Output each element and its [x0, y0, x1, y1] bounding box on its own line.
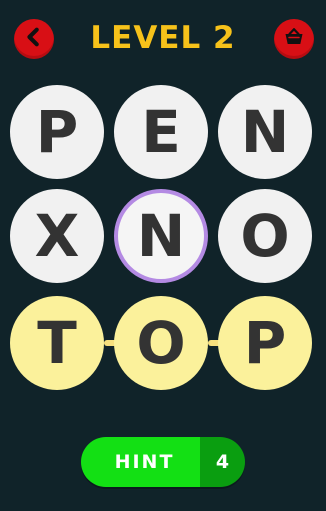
letter-tile[interactable]: N — [114, 189, 208, 283]
letter-tile[interactable]: N — [218, 85, 312, 179]
tile-letter: E — [141, 98, 181, 166]
letter-tile[interactable]: X — [10, 189, 104, 283]
tile-letter: P — [243, 309, 287, 377]
game-screen: LEVEL 2 P E N X N O T O P HINT 4 — [0, 0, 326, 511]
hint-label: HINT — [81, 437, 200, 487]
letter-tile[interactable]: O — [218, 189, 312, 283]
tile-letter: P — [35, 98, 79, 166]
hint-button[interactable]: HINT 4 — [81, 437, 245, 487]
tile-letter: N — [136, 202, 186, 270]
letter-board: P E N X N O T O P — [0, 0, 326, 420]
tile-letter: T — [37, 309, 77, 377]
tile-letter: N — [240, 98, 290, 166]
letter-tile[interactable]: O — [114, 296, 208, 390]
hint-count: 4 — [200, 437, 245, 487]
tile-letter: O — [136, 309, 186, 377]
letter-tile[interactable]: P — [10, 85, 104, 179]
tile-letter: O — [240, 202, 290, 270]
letter-tile[interactable]: T — [10, 296, 104, 390]
letter-tile[interactable]: E — [114, 85, 208, 179]
letter-tile[interactable]: P — [218, 296, 312, 390]
tile-letter: X — [34, 202, 80, 270]
